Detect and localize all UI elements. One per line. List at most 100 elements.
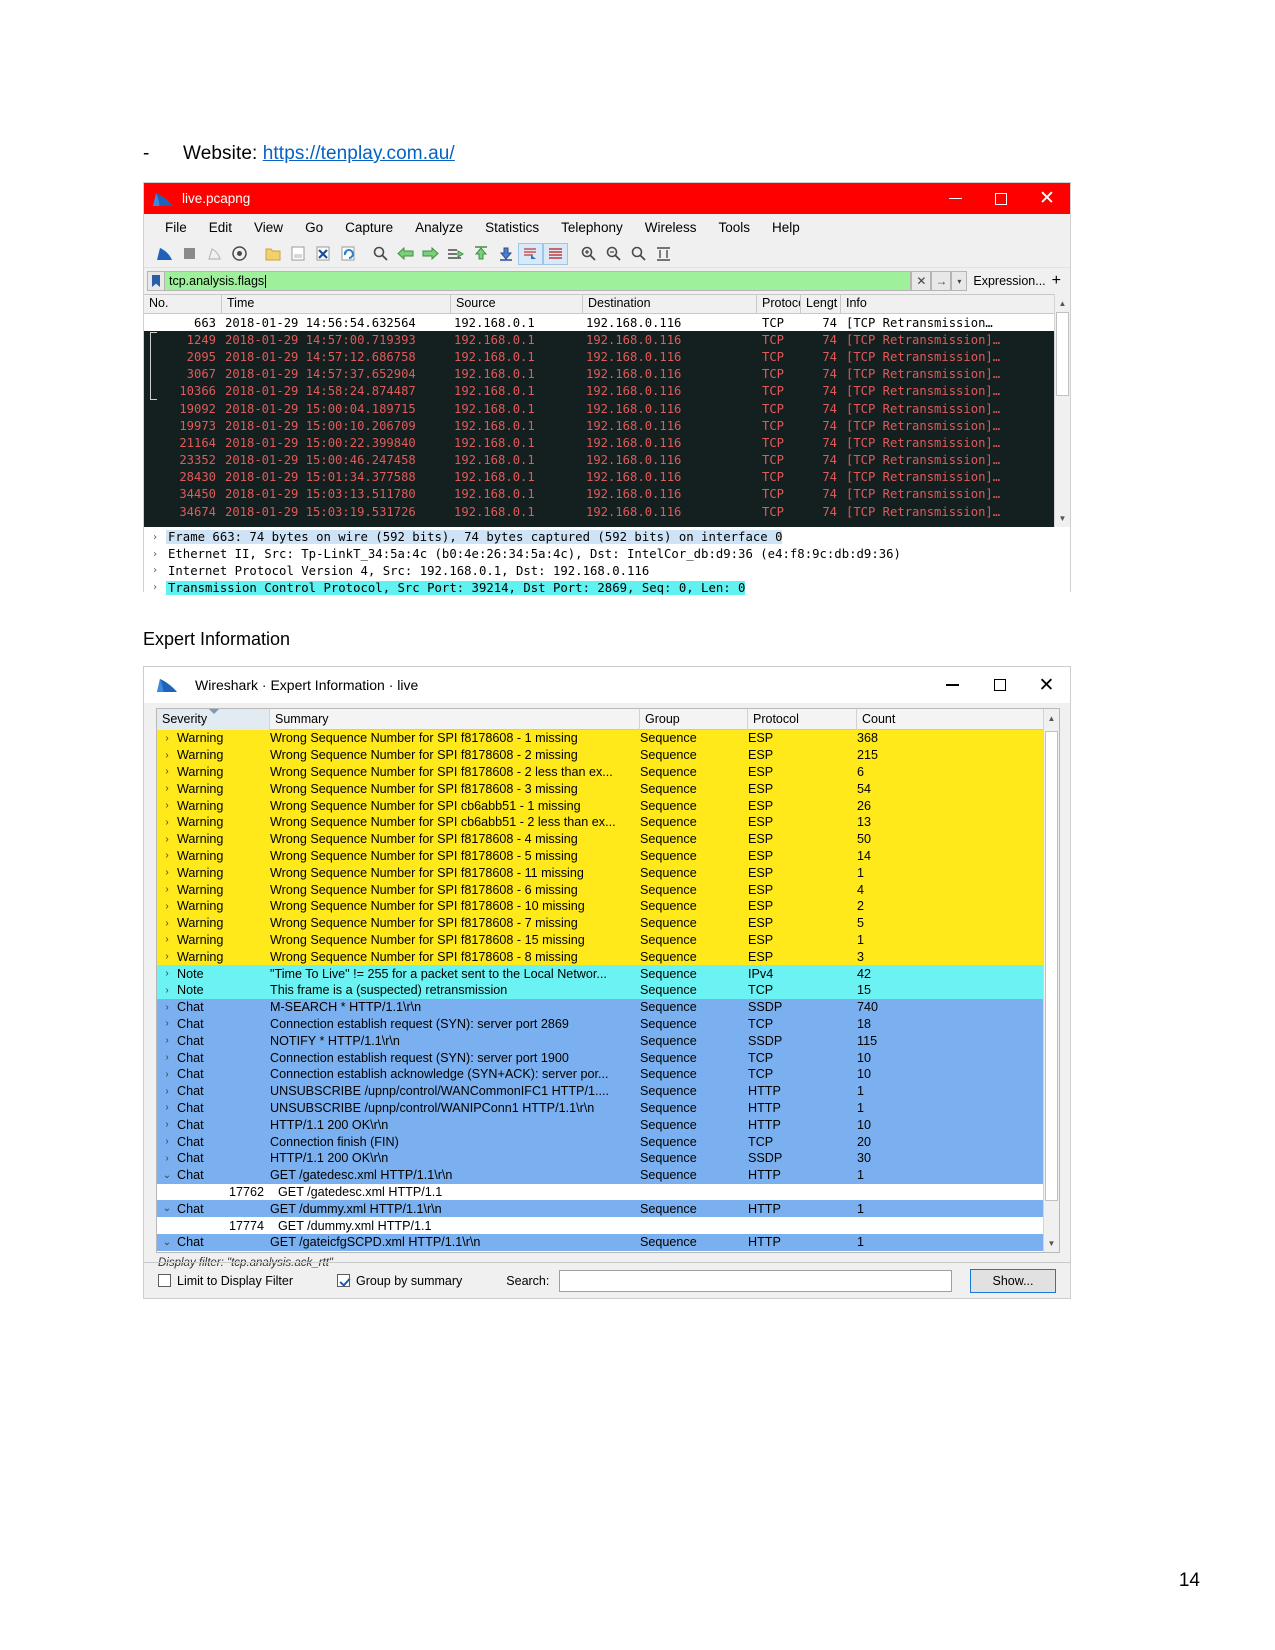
column-header-source[interactable]: Source: [451, 294, 583, 314]
go-back-icon[interactable]: [393, 243, 418, 265]
packet-row[interactable]: 10366 2018-01-29 14:58:24.874487 192.168.0…: [144, 383, 1070, 400]
chevron-right-icon[interactable]: ›: [157, 766, 177, 777]
minimize-icon[interactable]: [932, 183, 978, 214]
packet-list-rows[interactable]: 663 2018-01-29 14:56:54.632564 192.168.0.1…: [144, 314, 1070, 527]
go-last-packet-icon[interactable]: [493, 243, 518, 265]
packet-row[interactable]: 21164 2018-01-29 15:00:22.399840 192.168.0…: [144, 434, 1070, 451]
detail-row[interactable]: › Ethernet II, Src: Tp-LinkT_34:5a:4c (b0…: [144, 546, 1070, 563]
close-file-icon[interactable]: [310, 243, 335, 265]
scrollbar-thumb[interactable]: [1045, 731, 1058, 1201]
website-link[interactable]: https://tenplay.com.au/: [263, 143, 455, 164]
expert-info-row[interactable]: › Chat Connection finish (FIN) Sequence TCP 2…: [157, 1133, 1059, 1150]
save-file-icon[interactable]: [285, 243, 310, 265]
column-header-summary[interactable]: Summary: [270, 708, 640, 730]
chevron-right-icon[interactable]: ›: [144, 582, 166, 593]
packet-row[interactable]: 23352 2018-01-29 15:00:46.247458 192.168.0…: [144, 452, 1070, 469]
minimize-icon[interactable]: [929, 667, 976, 703]
chevron-right-icon[interactable]: ›: [157, 934, 177, 945]
menu-help[interactable]: Help: [761, 217, 811, 238]
chevron-right-icon[interactable]: ›: [157, 1035, 177, 1046]
show-button[interactable]: Show...: [970, 1268, 1056, 1293]
expert-info-row[interactable]: › Warning Wrong Sequence Number for SPI f8…: [157, 830, 1059, 848]
find-packet-icon[interactable]: [368, 243, 393, 265]
chevron-right-icon[interactable]: ›: [144, 532, 166, 543]
expert-info-row[interactable]: › Chat UNSUBSCRIBE /upnp/control/WANIPConn…: [157, 1099, 1059, 1117]
open-file-icon[interactable]: [260, 243, 285, 265]
expert-info-row[interactable]: › Warning Wrong Sequence Number for SPI f8…: [157, 864, 1059, 882]
checkbox-icon[interactable]: [158, 1274, 171, 1287]
chevron-right-icon[interactable]: ›: [157, 800, 177, 811]
expert-info-row[interactable]: ⌄ Chat GET /gatedesc.xml HTTP/1.1\r\n Seque…: [157, 1166, 1059, 1184]
menu-edit[interactable]: Edit: [198, 217, 243, 238]
expert-info-row[interactable]: › Warning Wrong Sequence Number for SPI f8…: [157, 931, 1059, 949]
checkbox-checked-icon[interactable]: [337, 1274, 350, 1287]
expert-info-row[interactable]: › Warning Wrong Sequence Number for SPI f8…: [157, 897, 1059, 915]
zoom-out-icon[interactable]: [601, 243, 626, 265]
menu-capture[interactable]: Capture: [334, 217, 404, 238]
start-capture-icon[interactable]: [152, 243, 177, 265]
chevron-right-icon[interactable]: ›: [157, 1153, 177, 1164]
chevron-right-icon[interactable]: ›: [157, 733, 177, 744]
group-by-summary-checkbox[interactable]: Group by summary: [337, 1274, 462, 1288]
stop-capture-icon[interactable]: [177, 243, 202, 265]
scroll-up-icon[interactable]: ▲: [1056, 295, 1069, 311]
expert-info-rows[interactable]: › Warning Wrong Sequence Number for SPI f8…: [157, 730, 1059, 1252]
menu-tools[interactable]: Tools: [707, 217, 761, 238]
chevron-down-icon[interactable]: ⌄: [157, 1237, 177, 1248]
expert-info-row[interactable]: › Warning Wrong Sequence Number for SPI f8…: [157, 847, 1059, 865]
expert-info-row[interactable]: › Chat HTTP/1.1 200 OK\r\n Sequence HTTP 10: [157, 1116, 1059, 1134]
restart-capture-icon[interactable]: [202, 243, 227, 265]
zoom-in-icon[interactable]: [576, 243, 601, 265]
menu-view[interactable]: View: [243, 217, 294, 238]
detail-row[interactable]: › Transmission Control Protocol, Src Port…: [144, 579, 1070, 596]
column-header-info[interactable]: Info: [841, 294, 1070, 314]
maximize-icon[interactable]: [976, 667, 1023, 703]
menu-go[interactable]: Go: [294, 217, 334, 238]
scroll-down-icon[interactable]: ▼: [1045, 1235, 1058, 1251]
chevron-right-icon[interactable]: ›: [157, 850, 177, 861]
expert-info-row[interactable]: › Note "Time To Live" != 255 for a packet …: [157, 965, 1059, 982]
menu-file[interactable]: File: [154, 217, 198, 238]
packet-row[interactable]: 663 2018-01-29 14:56:54.632564 192.168.0.1…: [144, 314, 1070, 332]
maximize-icon[interactable]: [978, 183, 1024, 214]
expert-info-row[interactable]: › Chat UNSUBSCRIBE /upnp/control/WANCommon…: [157, 1082, 1059, 1100]
colorize-icon[interactable]: [543, 242, 568, 265]
expert-info-row[interactable]: › Note This frame is a (suspected) retrans…: [157, 981, 1059, 999]
clear-filter-icon[interactable]: ✕: [911, 271, 932, 291]
expert-info-row[interactable]: › Chat Connection establish acknowledge (S…: [157, 1065, 1059, 1083]
chevron-right-icon[interactable]: ›: [157, 1002, 177, 1013]
expert-info-row[interactable]: › Warning Wrong Sequence Number for SPI f8…: [157, 763, 1059, 781]
packet-detail-pane[interactable]: › Frame 663: 74 bytes on wire (592 bits),…: [144, 527, 1070, 597]
packet-row[interactable]: 28430 2018-01-29 15:01:34.377588 192.168.0…: [144, 469, 1070, 486]
chevron-right-icon[interactable]: ›: [157, 951, 177, 962]
expert-info-row[interactable]: › Warning Wrong Sequence Number for SPI f8…: [157, 948, 1059, 966]
chevron-down-icon[interactable]: ⌄: [157, 1170, 177, 1181]
chevron-down-icon[interactable]: ▾: [951, 271, 968, 291]
detail-row[interactable]: › Internet Protocol Version 4, Src: 192.1…: [144, 563, 1070, 580]
expert-info-row[interactable]: › Warning Wrong Sequence Number for SPI cb…: [157, 797, 1059, 814]
expert-info-row[interactable]: › Chat HTTP/1.1 200 OK\r\n Sequence SSDP 30: [157, 1149, 1059, 1167]
expert-info-row[interactable]: › Chat Connection establish request (SYN):…: [157, 1015, 1059, 1033]
chevron-right-icon[interactable]: ›: [157, 918, 177, 929]
chevron-down-icon[interactable]: ⌄: [157, 1203, 177, 1214]
column-header-protocol[interactable]: Protocol: [748, 708, 857, 730]
expert-info-row[interactable]: › Warning Wrong Sequence Number for SPI f8…: [157, 746, 1059, 764]
column-header-no[interactable]: No.: [144, 294, 222, 314]
add-filter-button[interactable]: +: [1052, 272, 1067, 290]
scrollbar-thumb[interactable]: [1056, 312, 1069, 396]
chevron-right-icon[interactable]: ›: [157, 783, 177, 794]
scroll-up-icon[interactable]: ▲: [1045, 710, 1058, 726]
column-header-protocol[interactable]: Protoco: [757, 294, 801, 314]
chevron-right-icon[interactable]: ›: [157, 1119, 177, 1130]
chevron-right-icon[interactable]: ›: [157, 968, 177, 979]
packet-row[interactable]: 19092 2018-01-29 15:00:04.189715 192.168.0…: [144, 400, 1070, 417]
packet-row[interactable]: 1249 2018-01-29 14:57:00.719393 192.168.0.…: [144, 331, 1070, 348]
go-forward-icon[interactable]: [418, 243, 443, 265]
column-header-length[interactable]: Lengt: [801, 294, 841, 314]
menu-analyze[interactable]: Analyze: [404, 217, 474, 238]
chevron-right-icon[interactable]: ›: [157, 884, 177, 895]
expert-info-row[interactable]: › Chat M-SEARCH * HTTP/1.1\r\n Sequence SSDP…: [157, 998, 1059, 1016]
packet-row[interactable]: 34674 2018-01-29 15:03:19.531726 192.168.0…: [144, 503, 1070, 520]
packet-row[interactable]: 34450 2018-01-29 15:03:13.511780 192.168.0…: [144, 486, 1070, 503]
capture-options-icon[interactable]: [227, 243, 252, 265]
